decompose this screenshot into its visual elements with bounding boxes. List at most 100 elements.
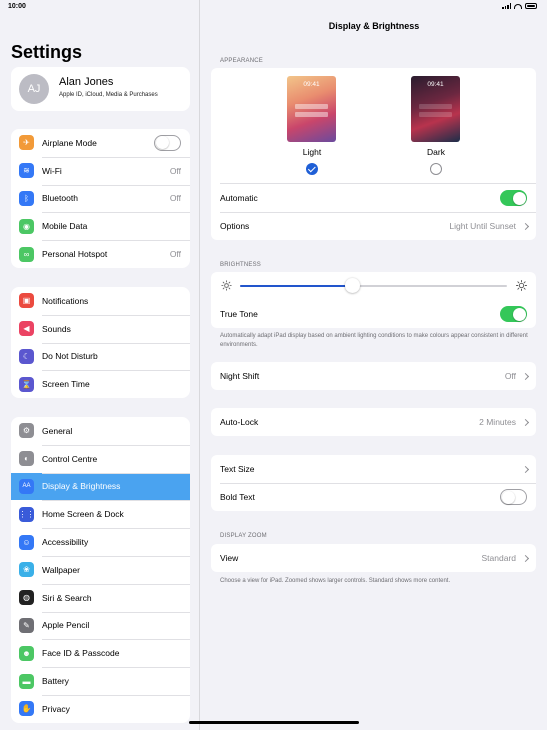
night-shift-value: Off [504,371,516,381]
sidebar-item-sounds[interactable]: ◀ Sounds [11,314,190,343]
wifi-icon: ≋ [19,163,34,179]
automatic-toggle[interactable] [500,190,527,206]
sidebar-item-apple-pencil[interactable]: ✎ Apple Pencil [11,611,190,640]
switches-icon: ◐ [19,451,34,467]
appearance-picker: 09:41 Light 09:41 Dark [211,68,536,184]
sidebar-item-wallpaper[interactable]: ❀ Wallpaper [11,555,190,584]
chevron-right-icon [521,418,530,426]
brightness-card: True Tone [211,272,536,328]
true-tone-toggle[interactable] [500,306,527,322]
sidebar-item-airplane-mode[interactable]: ✈ Airplane Mode [11,129,190,157]
bold-text-toggle[interactable] [500,489,527,505]
accessibility-icon: ☺ [19,534,34,550]
text-size-icon: AA [19,478,34,494]
sidebar-item-display-brightness[interactable]: AA Display & Brightness [11,472,190,501]
options-label: Options [220,221,250,231]
sidebar-item-do-not-disturb[interactable]: ☾ Do Not Disturb [11,342,190,371]
airplane-mode-toggle[interactable] [154,134,181,151]
grid-icon: ⋮⋮ [19,506,35,522]
speaker-icon: ◀ [19,321,34,337]
home-indicator[interactable] [189,721,359,724]
sidebar-item-label: Mobile Data [42,221,88,232]
light-preview-widget [295,112,328,117]
sidebar-item-label: Screen Time [42,379,90,390]
options-row[interactable]: Options Light Until Sunset [211,212,536,240]
sidebar-item-siri-search[interactable]: ◍ Siri & Search [11,583,190,612]
display-zoom-card: View Standard [211,544,536,572]
light-mode-label: Light [302,147,322,157]
sidebar-item-label: Sounds [42,323,71,334]
sidebar-item-label: Battery [42,676,69,687]
brightness-slider-thumb[interactable] [344,278,360,293]
text-size-row[interactable]: Text Size [211,455,536,483]
sidebar-item-screen-time[interactable]: ⌛ Screen Time [11,370,190,398]
chevron-right-icon [521,554,530,562]
sidebar-item-accessibility[interactable]: ☺ Accessibility [11,528,190,556]
brightness-slider[interactable] [240,285,507,287]
antenna-icon: ◉ [19,218,34,234]
apple-id-profile[interactable]: AJ Alan Jones Apple ID, iCloud, Media & … [11,67,190,111]
gear-icon: ⚙ [19,423,34,439]
sidebar-item-bluetooth[interactable]: ᛒ Bluetooth Off [11,184,190,213]
sidebar-item-battery[interactable]: ▬ Battery [11,667,190,695]
sidebar-item-label: Home Screen & Dock [42,509,124,520]
sidebar-item-mobile-data[interactable]: ◉ Mobile Data [11,212,190,240]
night-shift-card: Night Shift Off [211,362,536,390]
auto-lock-label: Auto-Lock [220,417,259,427]
toggle-knob [512,307,526,321]
sidebar-item-label: Airplane Mode [42,137,97,148]
general-group: ⚙ General ◐ Control Centre AA Display & Brigh… [11,417,190,723]
dark-preview-widget [419,112,452,117]
true-tone-row: True Tone [211,300,536,328]
light-mode-preview[interactable]: 09:41 [287,76,336,142]
sidebar-item-label: Wallpaper [42,564,80,575]
view-label: View [220,553,239,563]
sidebar-title: Settings [11,42,83,62]
dark-preview-time: 09:41 [427,81,444,88]
flower-icon: ❀ [19,562,34,578]
profile-subtitle: Apple ID, iCloud, Media & Purchases [59,92,158,98]
appearance-card: 09:41 Light 09:41 Dark Automatic Options… [211,68,536,240]
sidebar-item-face-id-passcode[interactable]: ☻ Face ID & Passcode [11,639,190,667]
display-zoom-note: Choose a view for iPad. Zoomed shows lar… [220,578,451,584]
sidebar-item-notifications[interactable]: ▣ Notifications [11,287,190,315]
sidebar-item-label: Face ID & Passcode [42,648,120,659]
brightness-fill [240,285,353,287]
pencil-icon: ✎ [19,617,34,633]
toggle-knob [512,191,526,205]
siri-icon: ◍ [19,590,34,606]
avatar: AJ [19,74,49,104]
chevron-right-icon [521,222,530,230]
night-shift-row[interactable]: Night Shift Off [211,362,536,390]
hand-icon: ✋ [19,701,34,717]
sidebar-item-home-screen-dock[interactable]: ⋮⋮ Home Screen & Dock [11,500,190,528]
brightness-slider-row [211,272,536,300]
auto-lock-value: 2 Minutes [479,417,516,427]
sidebar-item-label: Do Not Disturb [42,351,98,362]
sidebar-item-value: Off [169,165,181,176]
battery-icon: ▬ [19,673,34,689]
sidebar-item-general[interactable]: ⚙ General [11,417,190,445]
profile-name: Alan Jones [59,76,114,88]
auto-lock-row[interactable]: Auto-Lock 2 Minutes [211,408,536,436]
sidebar-item-privacy[interactable]: ✋ Privacy [11,694,190,723]
dark-mode-preview[interactable]: 09:41 [411,76,460,142]
dark-mode-radio[interactable] [430,163,442,175]
bluetooth-icon: ᛒ [19,190,34,206]
sidebar: Settings AJ Alan Jones Apple ID, iCloud,… [0,0,200,730]
sidebar-item-label: Control Centre [42,453,98,464]
sidebar-item-personal-hotspot[interactable]: ∞ Personal Hotspot Off [11,240,190,268]
brightness-header: BRIGHTNESS [220,262,262,268]
view-row[interactable]: View Standard [211,544,536,572]
light-mode-radio[interactable] [306,163,318,175]
page-title: Display & Brightness [328,21,420,31]
sidebar-item-label: Accessibility [42,537,89,548]
sidebar-item-control-centre[interactable]: ◐ Control Centre [11,444,190,473]
sidebar-item-value: Off [169,249,181,260]
sidebar-item-wi-fi[interactable]: ≋ Wi-Fi Off [11,156,190,185]
sidebar-item-label: Apple Pencil [42,620,90,631]
bold-text-row: Bold Text [211,483,536,511]
automatic-row: Automatic [211,184,536,212]
chevron-right-icon [521,372,530,380]
airplane-icon: ✈ [19,135,34,151]
